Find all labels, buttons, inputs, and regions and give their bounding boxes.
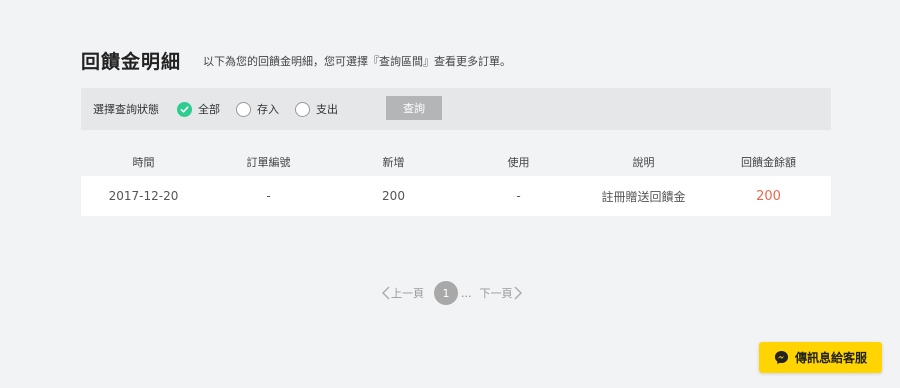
radio-checked-icon[interactable] (177, 101, 192, 117)
column-header-added: 新增 (382, 156, 405, 169)
page-number-current[interactable]: 1 (434, 281, 458, 305)
radio-expense-label: 支出 (316, 103, 338, 116)
filter-label: 選擇查詢狀態 (93, 103, 159, 116)
pagination: 上一頁 1 ... 下一頁 (381, 281, 523, 305)
radio-expense[interactable]: 支出 (295, 101, 338, 117)
chevron-right-icon (514, 286, 522, 300)
radio-unchecked-icon[interactable] (236, 101, 251, 117)
pagination-ellipsis: ... (461, 286, 472, 300)
radio-deposit[interactable]: 存入 (236, 101, 279, 117)
page-title: 回饋金明細 (81, 51, 182, 73)
page-header: 回饋金明細 以下為您的回饋金明細，您可選擇『查詢區間』查看更多訂單。 (81, 47, 511, 74)
messenger-icon (774, 350, 789, 365)
filter-bar: 選擇查詢狀態 全部 存入 支出 查詢 (81, 88, 831, 130)
chat-button-label: 傳訊息給客服 (794, 351, 867, 365)
table-header: 時間 訂單編號 新增 使用 說明 回饋金餘額 (81, 148, 831, 176)
cell-added: 200 (382, 189, 405, 203)
radio-all[interactable]: 全部 (177, 101, 220, 117)
radio-unchecked-icon[interactable] (295, 101, 310, 117)
rebate-table: 時間 訂單編號 新增 使用 說明 回饋金餘額 2017-12-20 - 200 … (81, 148, 831, 216)
cell-time: 2017-12-20 (108, 189, 179, 203)
cell-used: - (516, 189, 521, 203)
next-page-link[interactable]: 下一頁 (480, 285, 523, 301)
cell-order-no: - (266, 189, 271, 203)
prev-page-link[interactable]: 上一頁 (381, 285, 424, 301)
chevron-left-icon (382, 286, 390, 300)
column-header-description: 說明 (632, 156, 655, 169)
next-page-label: 下一頁 (479, 287, 513, 300)
cell-balance: 200 (756, 188, 781, 204)
column-header-balance: 回饋金餘額 (741, 156, 796, 169)
chat-customer-service-button[interactable]: 傳訊息給客服 (759, 342, 882, 373)
column-header-order-no: 訂單編號 (246, 156, 291, 169)
cell-description: 註冊贈送回饋金 (601, 189, 686, 204)
radio-deposit-label: 存入 (257, 103, 279, 116)
prev-page-label: 上一頁 (391, 287, 424, 300)
column-header-used: 使用 (507, 156, 530, 169)
query-button[interactable]: 查詢 (386, 96, 442, 120)
radio-all-label: 全部 (198, 103, 220, 116)
column-header-time: 時間 (132, 156, 155, 169)
page-subtitle: 以下為您的回饋金明細，您可選擇『查詢區間』查看更多訂單。 (203, 55, 512, 68)
table-row: 2017-12-20 - 200 - 註冊贈送回饋金 200 (81, 176, 831, 216)
